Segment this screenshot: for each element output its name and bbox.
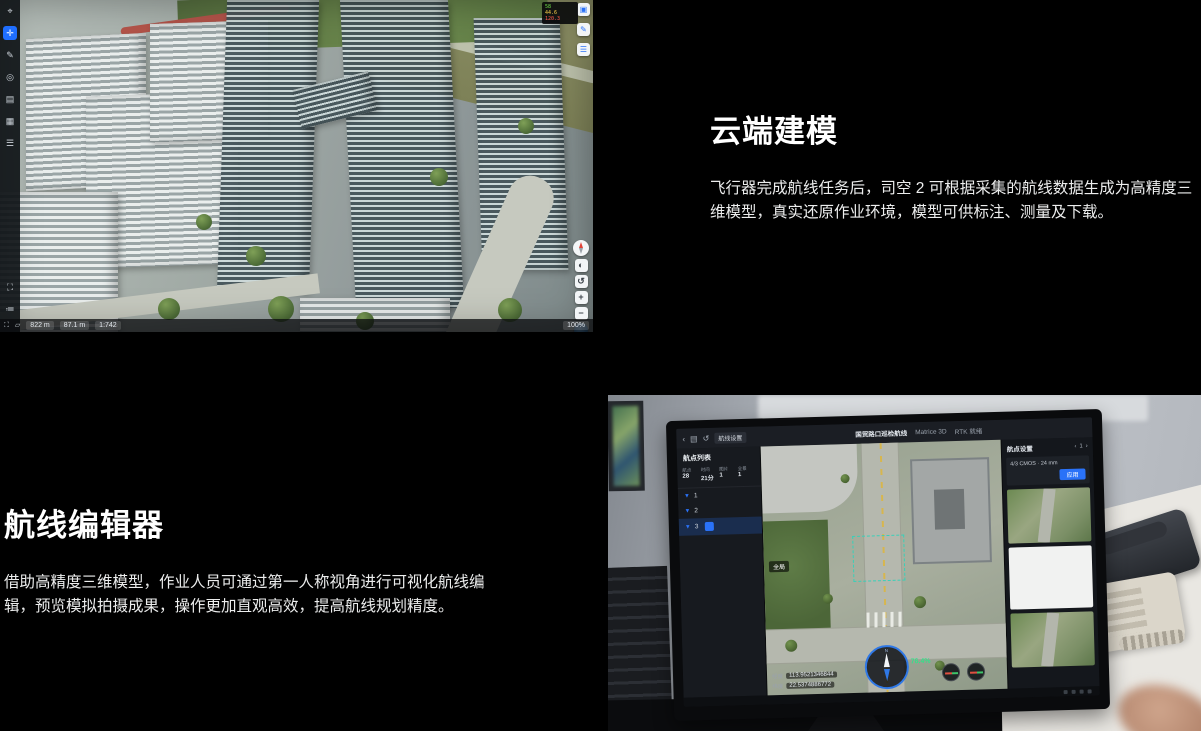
annotate-icon[interactable]: ✎: [3, 48, 17, 62]
building-block: [910, 458, 992, 565]
tree: [822, 594, 832, 604]
aerial-map-view: 全局 N 76.4% 经度113.9521346844: [761, 440, 1008, 696]
waypoint-marker-icon: ▼: [684, 508, 690, 514]
route-settings-chip: 航线设置: [714, 431, 746, 443]
monitor: ‹ ▤ ↺ 航线设置 国贸路口巡检航线 Matrice 3D RTK 就绪 航点…: [666, 409, 1110, 721]
stat-value: 21分: [701, 473, 719, 482]
camera-card: 4/3 CMOS · 24 mm 应用: [1006, 455, 1090, 485]
rtk-status: RTK 就绪: [954, 425, 982, 436]
grid-icon[interactable]: ▦: [3, 114, 17, 128]
gauge-icon: [967, 662, 985, 680]
waypoint-panel: 航点列表 航点28 时间21分 图片1 全景1 ▼ 1 ▼: [677, 447, 768, 698]
waypoint-marker-icon: ▼: [685, 524, 691, 530]
route-editor-photo: ‹ ▤ ↺ 航线设置 国贸路口巡检航线 Matrice 3D RTK 就绪 航点…: [608, 395, 1201, 731]
waypoint-id: 3: [695, 523, 699, 530]
menu-icon[interactable]: ☰: [577, 43, 590, 56]
tree: [430, 168, 448, 186]
settings-panel: 航点设置 ‹ 1 › 4/3 CMOS · 24 mm 应用: [1001, 437, 1100, 688]
page: ⌖ ✛ ✎ ◎ ▤ ▦ ☰ ⛶ ≔ ▣ ✎ ☰ 58 44.6 120.3 ◐ …: [0, 0, 1201, 731]
model-icon[interactable]: ✛: [3, 26, 17, 40]
waypoint-selected-chip: [704, 522, 713, 531]
section-body: 借助高精度三维模型，作业人员可通过第一人称视角进行可视化航线编辑，预览模拟拍摄成…: [4, 571, 504, 619]
draw-icon[interactable]: ✎: [577, 23, 590, 36]
fullscreen-icon[interactable]: ⛶: [3, 280, 17, 294]
compass-needle-south: [884, 669, 890, 681]
apply-button: 应用: [1059, 468, 1085, 480]
pager-page: 1: [1079, 444, 1083, 450]
section-heading: 云端建模: [710, 106, 1201, 151]
picture-frame: [608, 401, 645, 492]
select-icon[interactable]: ⌖: [3, 4, 17, 18]
crosswalk: [866, 612, 902, 628]
save-icon: ▤: [690, 434, 698, 443]
camera-spec: 4/3 CMOS · 24 mm: [1010, 460, 1058, 467]
reset-view-icon[interactable]: ◐: [575, 259, 588, 272]
stat-value: 1: [738, 472, 756, 478]
selection-box: [852, 535, 905, 582]
status-readout: 87.1 m: [60, 321, 89, 330]
layers-icon[interactable]: ▤: [3, 92, 17, 106]
compass-needle: [883, 653, 889, 667]
route-stats: 航点28 时间21分 图片1 全景1: [677, 466, 761, 489]
status-readout: 1:742: [95, 321, 121, 330]
pager-next-icon: ›: [1086, 443, 1088, 449]
battery-percent: 76.4%: [911, 658, 931, 666]
lat-label: 纬度: [772, 682, 783, 690]
zoom-level: 100%: [563, 321, 589, 330]
status-readout: 822 m: [26, 321, 53, 330]
lat-value: 22.5374886772: [786, 682, 834, 689]
pager-prev-icon: ‹: [1074, 444, 1076, 450]
back-icon: ‹: [682, 434, 685, 443]
tree: [196, 214, 212, 230]
tree: [914, 596, 926, 608]
debug-stats-badge: 58 44.6 120.3: [542, 2, 578, 24]
list-icon[interactable]: ☰: [3, 136, 17, 150]
gauge-icon: [942, 663, 960, 681]
settings-title: 航点设置: [1007, 443, 1033, 454]
glass-tower: [340, 0, 464, 308]
drone-model: Matrice 3D: [915, 428, 947, 436]
stat-value: 28: [682, 473, 700, 479]
viewer-status-bar: ⛶ ▱ 822 m 87.1 m 1:742 100%: [0, 319, 593, 332]
section-route-editor: 航线编辑器 借助高精度三维模型，作业人员可通过第一人称视角进行可视化航线编辑，预…: [4, 500, 504, 619]
photo-preview: [1009, 545, 1094, 609]
coordinate-readouts: 经度113.9521346844 纬度22.5374886772: [772, 670, 837, 690]
scale-icon: ▱: [15, 319, 20, 332]
section-heading: 航线编辑器: [4, 500, 504, 545]
capture-icon[interactable]: ▣: [577, 3, 590, 16]
legend-icon[interactable]: ≔: [3, 302, 17, 316]
compass-icon[interactable]: [573, 240, 589, 256]
waypoint-panel-title: 航点列表: [677, 447, 760, 468]
undo-icon: ↺: [702, 433, 709, 442]
rotate-icon[interactable]: ↺: [575, 275, 588, 288]
preview-thumbnail: [1007, 487, 1091, 543]
global-view-chip: 全局: [769, 560, 789, 572]
viewer-toolbar: ⌖ ✛ ✎ ◎ ▤ ▦ ☰ ⛶ ≔: [0, 0, 20, 332]
glass-tower: [217, 0, 319, 292]
viewer-float-buttons: ▣ ✎ ☰: [577, 3, 590, 56]
waypoint-id: 1: [694, 492, 698, 499]
fullscreen-icon[interactable]: ⛶: [4, 319, 9, 332]
measure-icon[interactable]: ◎: [3, 70, 17, 84]
tree: [518, 118, 534, 134]
tree: [246, 246, 266, 266]
model-viewer-screenshot: ⌖ ✛ ✎ ◎ ▤ ▦ ☰ ⛶ ≔ ▣ ✎ ☰ 58 44.6 120.3 ◐ …: [0, 0, 593, 332]
section-cloud-modeling: 云端建模 飞行器完成航线任务后，司空 2 可根据采集的航线数据生成为高精度三维模…: [710, 106, 1201, 225]
lon-label: 经度: [772, 672, 783, 680]
flight-hub-screen: ‹ ▤ ↺ 航线设置 国贸路口巡检航线 Matrice 3D RTK 就绪 航点…: [676, 417, 1100, 707]
green-area: [763, 519, 831, 635]
stat-value: 120.3: [545, 16, 560, 22]
waypoint-row-selected: ▼ 3: [679, 517, 762, 536]
preview-thumbnail: [1010, 611, 1094, 667]
zoom-in-button[interactable]: +: [575, 291, 588, 304]
route-title: 国贸路口巡检航线: [855, 427, 907, 438]
waypoint-marker-icon: ▼: [684, 493, 690, 499]
section-body: 飞行器完成航线任务后，司空 2 可根据采集的航线数据生成为高精度三维模型，真实还…: [710, 177, 1201, 225]
stat-value: 1: [719, 472, 737, 478]
attitude-gauges: [942, 662, 985, 681]
tree: [158, 298, 180, 320]
waypoint-id: 2: [694, 507, 698, 514]
lon-value: 113.9521346844: [786, 671, 837, 678]
